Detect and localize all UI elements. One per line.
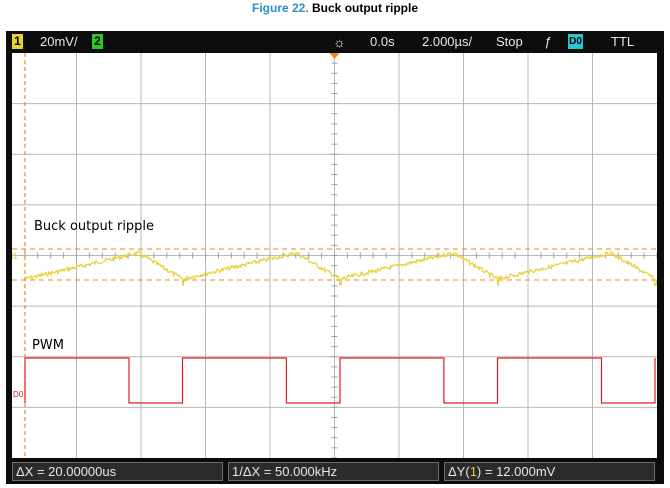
figure-title: Buck output ripple: [312, 1, 419, 15]
channel-2-indicator[interactable]: 2: [92, 34, 103, 49]
delta-x-readout[interactable]: ΔX = 20.00000us: [12, 462, 223, 481]
run-state[interactable]: Stop: [496, 34, 523, 49]
waveform-screen: 1 D0 Buck output ripple PWM: [12, 53, 657, 458]
trigger-level[interactable]: TTL: [611, 34, 634, 49]
d0-marker: D0: [13, 390, 24, 399]
status-bar: 1 20mV/ 2 ☼ 0.0s 2.000µs/ Stop ƒ D0 TTL: [6, 31, 664, 53]
delta-y-readout[interactable]: ΔY(1) = 12.000mV: [444, 462, 655, 481]
channel-1-marker: 1: [13, 251, 18, 261]
trigger-source[interactable]: D0: [568, 34, 583, 49]
oscilloscope-display: 1 20mV/ 2 ☼ 0.0s 2.000µs/ Stop ƒ D0 TTL …: [6, 31, 664, 484]
pwm-trace: [24, 357, 656, 404]
figure-caption: Figure 22. Buck output ripple: [0, 1, 670, 15]
ripple-trace: [25, 250, 657, 287]
analog-trace-label: Buck output ripple: [34, 219, 155, 234]
time-offset[interactable]: 0.0s: [370, 34, 395, 49]
trigger-edge-icon: ƒ: [544, 34, 552, 49]
delta-y-channel: 1: [469, 464, 477, 479]
inverse-delta-x-readout[interactable]: 1/ΔX = 50.000kHz: [228, 462, 439, 481]
delta-y-suffix: ) = 12.000mV: [476, 464, 556, 479]
trigger-position-marker: [329, 53, 340, 59]
channel-1-scale[interactable]: 20mV/: [40, 34, 78, 49]
channel-1-indicator[interactable]: 1: [12, 34, 23, 49]
time-scale[interactable]: 2.000µs/: [422, 34, 472, 49]
digital-trace-label: PWM: [32, 338, 64, 353]
waveform-plot: 1 D0: [12, 53, 657, 458]
brightness-icon: ☼: [333, 34, 346, 50]
measurement-bar: ΔX = 20.00000us 1/ΔX = 50.000kHz ΔY(1) =…: [6, 459, 664, 484]
delta-y-prefix: ΔY(: [448, 464, 470, 479]
figure-number: Figure 22.: [251, 1, 309, 15]
